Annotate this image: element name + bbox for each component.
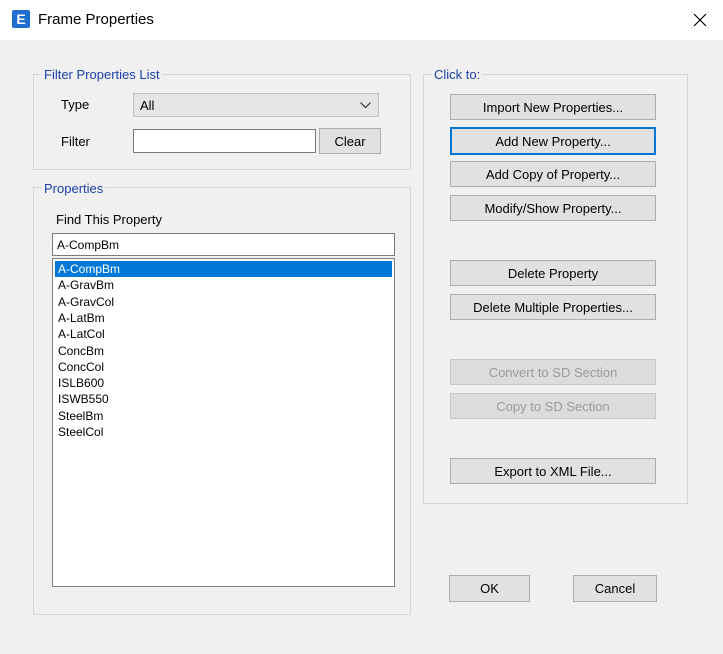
- ok-button[interactable]: OK: [449, 575, 530, 602]
- app-logo-icon: E: [12, 10, 30, 28]
- close-button[interactable]: [684, 6, 716, 34]
- list-item[interactable]: A-LatCol: [55, 326, 392, 342]
- filter-group: [33, 74, 411, 170]
- export-xml-button[interactable]: Export to XML File...: [450, 458, 656, 484]
- click-to-group-title: Click to:: [432, 67, 483, 82]
- find-property-value: A-CompBm: [57, 238, 120, 252]
- copy-sd-section-button: Copy to SD Section: [450, 393, 656, 419]
- close-icon: [693, 13, 707, 27]
- modify-show-property-button[interactable]: Modify/Show Property...: [450, 195, 656, 221]
- properties-group-title: Properties: [42, 181, 106, 196]
- list-item[interactable]: A-CompBm: [55, 261, 392, 277]
- add-property-button[interactable]: Add New Property...: [450, 127, 656, 155]
- window-title: Frame Properties: [38, 11, 154, 28]
- list-item[interactable]: ISLB600: [55, 375, 392, 391]
- find-property-input[interactable]: A-CompBm: [52, 233, 395, 256]
- list-item[interactable]: A-GravBm: [55, 277, 392, 293]
- delete-property-button[interactable]: Delete Property: [450, 260, 656, 286]
- properties-listbox[interactable]: A-CompBm A-GravBm A-GravCol A-LatBm A-LatCol…: [52, 258, 395, 587]
- find-property-label: Find This Property: [56, 212, 162, 227]
- type-select[interactable]: All: [133, 93, 379, 117]
- cancel-button[interactable]: Cancel: [573, 575, 657, 602]
- filter-group-title: Filter Properties List: [42, 67, 162, 82]
- filter-input[interactable]: [133, 129, 316, 153]
- title-bar: E Frame Properties: [0, 0, 723, 40]
- list-item[interactable]: A-GravCol: [55, 294, 392, 310]
- delete-multiple-properties-button[interactable]: Delete Multiple Properties...: [450, 294, 656, 320]
- add-copy-property-button[interactable]: Add Copy of Property...: [450, 161, 656, 187]
- import-properties-button[interactable]: Import New Properties...: [450, 94, 656, 120]
- clear-button[interactable]: Clear: [319, 128, 381, 154]
- list-item[interactable]: A-LatBm: [55, 310, 392, 326]
- list-item[interactable]: ISWB550: [55, 391, 392, 407]
- list-item[interactable]: SteelBm: [55, 408, 392, 424]
- chevron-down-icon: [360, 102, 371, 109]
- filter-label: Filter: [61, 134, 90, 149]
- list-item[interactable]: SteelCol: [55, 424, 392, 440]
- convert-sd-section-button: Convert to SD Section: [450, 359, 656, 385]
- type-select-value: All: [140, 98, 155, 113]
- list-item[interactable]: ConcCol: [55, 359, 392, 375]
- type-label: Type: [61, 97, 90, 112]
- list-item[interactable]: ConcBm: [55, 343, 392, 359]
